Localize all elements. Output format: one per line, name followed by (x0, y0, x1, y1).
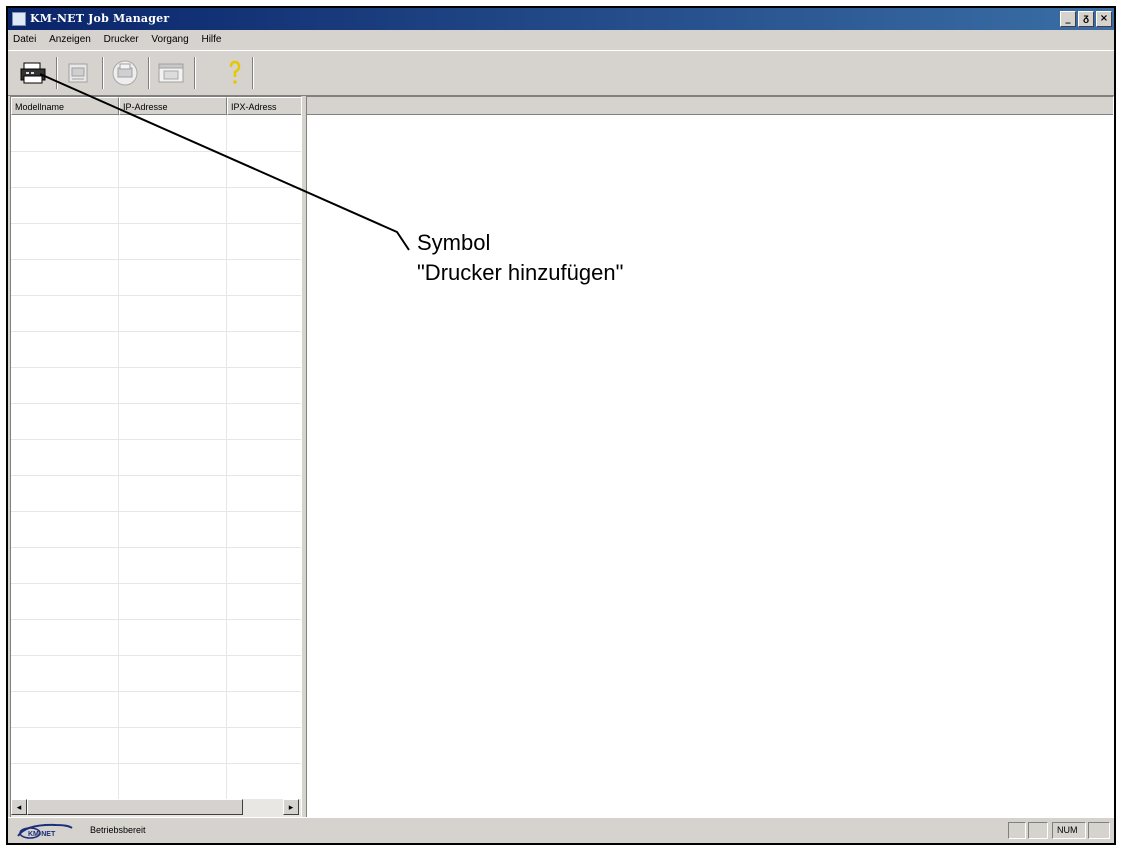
callout-annotation: Symbol "Drucker hinzufügen" (417, 228, 623, 288)
callout-line-2: "Drucker hinzufügen" (417, 260, 624, 285)
callout-line-1: Symbol (417, 230, 491, 255)
callout-line (39, 73, 410, 251)
